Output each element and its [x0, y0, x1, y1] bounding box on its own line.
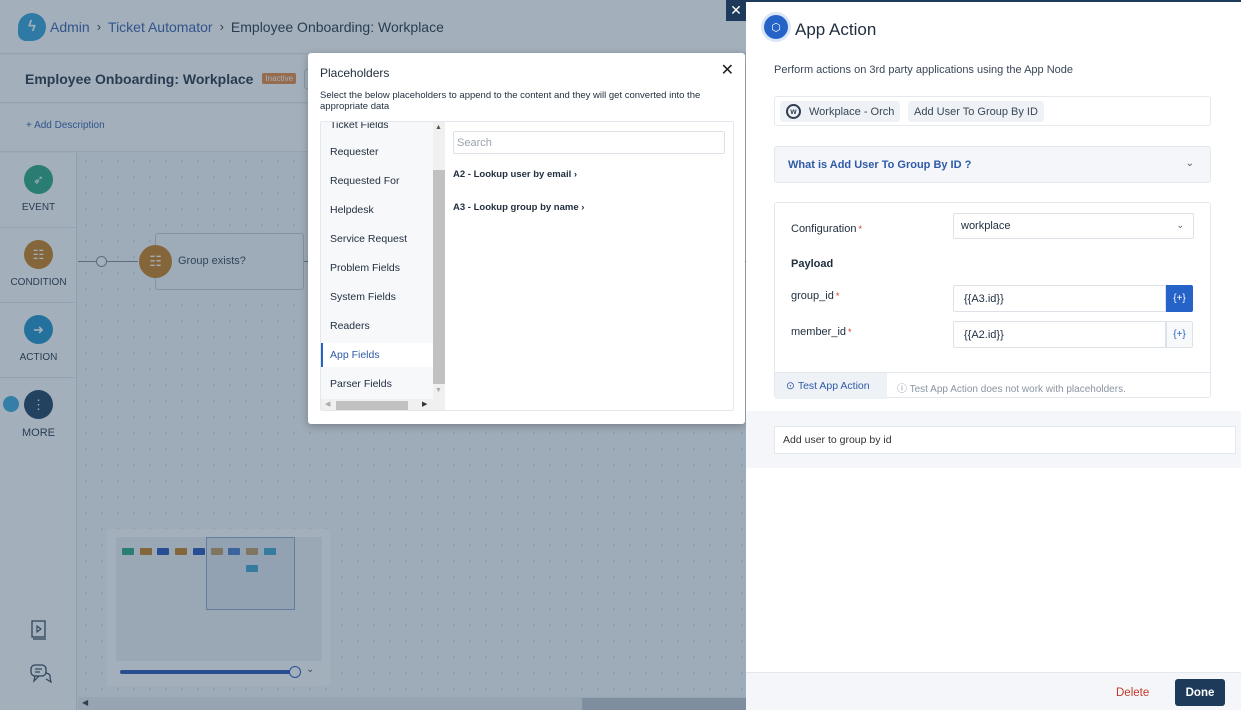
category-problem-fields[interactable]: Problem Fields [321, 256, 433, 280]
test-app-action-button[interactable]: ⊙ Test App Action [775, 373, 887, 399]
insert-placeholder-button-member-id[interactable]: {+} [1166, 321, 1193, 348]
app-selection-box[interactable]: w Workplace - Orch Add User To Group By … [774, 96, 1211, 126]
placeholder-item-a3[interactable]: A3 - Lookup group by name › [453, 202, 584, 213]
close-panel-button[interactable]: ✕ [726, 0, 746, 21]
member-id-input[interactable] [953, 321, 1166, 348]
app-chip-label: Workplace - Orch [809, 105, 895, 118]
action-note-input[interactable] [774, 426, 1236, 454]
scroll-right-arrow-icon[interactable]: ▶ [422, 400, 427, 408]
close-icon[interactable]: ✕ [721, 60, 734, 80]
member-id-label: member_id * [791, 326, 852, 338]
category-parser-fields[interactable]: Parser Fields [321, 372, 433, 396]
action-chip[interactable]: Add User To Group By ID [908, 101, 1044, 122]
modal-description: Select the below placeholders to append … [320, 90, 701, 112]
test-button-label: Test App Action [797, 380, 870, 392]
payload-title: Payload [791, 258, 834, 270]
category-ticket-fields[interactable]: Ticket Fields [321, 122, 433, 137]
action-chip-label: Add User To Group By ID [914, 105, 1038, 118]
category-app-fields[interactable]: App Fields [321, 343, 433, 367]
workplace-logo-icon: w [786, 104, 801, 119]
delete-button[interactable]: Delete [1116, 687, 1149, 699]
app-action-panel: ⬡ App Action Perform actions on 3rd part… [746, 0, 1241, 710]
required-asterisk: * [835, 291, 840, 301]
configuration-select[interactable]: workplace ⌄ [953, 213, 1194, 239]
configuration-label: Configuration * [791, 223, 862, 235]
group-id-label: group_id * [791, 290, 839, 302]
category-system-fields[interactable]: System Fields [321, 285, 433, 309]
test-note-text: Test App Action does not work with place… [909, 384, 1126, 395]
chevron-down-icon: ⌄ [1185, 158, 1194, 169]
modal-title: Placeholders [320, 66, 390, 80]
note-section [746, 411, 1241, 468]
category-readers[interactable]: Readers [321, 314, 433, 338]
play-circle-icon: ⊙ [786, 380, 795, 392]
panel-footer: Delete Done [746, 672, 1241, 710]
scroll-up-arrow-icon[interactable]: ▲ [435, 124, 442, 131]
insert-placeholder-button-group-id[interactable]: {+} [1166, 285, 1193, 312]
configuration-card: Configuration * workplace ⌄ Payload group… [774, 202, 1211, 399]
action-info-accordion[interactable]: What is Add User To Group By ID ? ⌄ [774, 146, 1211, 183]
placeholder-search-input[interactable] [453, 131, 725, 154]
scroll-down-arrow-icon[interactable]: ▼ [435, 387, 442, 394]
category-scrollbar-thumb[interactable] [433, 170, 445, 384]
close-icon: ✕ [730, 2, 742, 18]
app-action-icon: ⬡ [761, 12, 791, 42]
info-icon: ⓘ [897, 384, 910, 395]
member-id-label-text: member_id [791, 326, 847, 338]
chevron-down-icon: ⌄ [1176, 220, 1184, 230]
category-hscroll-thumb[interactable] [336, 401, 408, 410]
group-id-label-text: group_id [791, 290, 834, 302]
required-asterisk: * [848, 327, 852, 337]
scroll-left-arrow-icon[interactable]: ◀ [325, 400, 330, 408]
accordion-label: What is Add User To Group By ID ? [788, 159, 972, 171]
cube-icon: ⬡ [764, 15, 788, 39]
placeholders-body: Ticket Fields Requester Requested For He… [320, 121, 734, 411]
configuration-label-text: Configuration [791, 223, 857, 235]
placeholders-modal: Placeholders ✕ Select the below placehol… [308, 53, 745, 424]
group-id-input[interactable] [953, 285, 1166, 312]
panel-description: Perform actions on 3rd party application… [774, 64, 1074, 76]
test-note: ⓘ Test App Action does not work with pla… [897, 380, 1126, 395]
required-asterisk: * [858, 224, 862, 234]
done-button[interactable]: Done [1175, 679, 1225, 706]
panel-title: App Action [795, 20, 877, 39]
configuration-select-value: workplace [961, 220, 1011, 232]
card-footer: ⊙ Test App Action ⓘ Test App Action does… [775, 372, 1210, 399]
category-requester[interactable]: Requester [321, 140, 433, 164]
app-chip[interactable]: w Workplace - Orch [780, 101, 901, 122]
placeholder-category-list: Ticket Fields Requester Requested For He… [321, 122, 433, 410]
category-service-request[interactable]: Service Request [321, 227, 433, 251]
category-requested-for[interactable]: Requested For [321, 169, 433, 193]
placeholder-item-a2[interactable]: A2 - Lookup user by email › [453, 169, 577, 180]
category-helpdesk[interactable]: Helpdesk [321, 198, 433, 222]
